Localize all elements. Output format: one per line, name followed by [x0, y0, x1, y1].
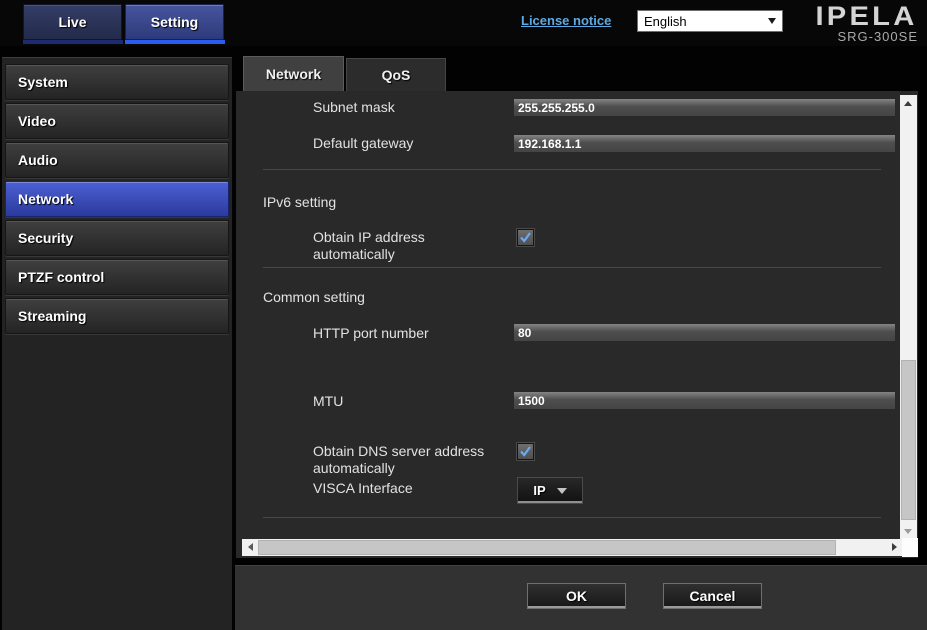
language-select-value: English [644, 14, 687, 29]
visca-interface-label: VISCA Interface [313, 480, 413, 497]
tab-network[interactable]: Network [243, 56, 344, 91]
brand-block: IPELA SRG-300SE [823, 3, 918, 44]
sidebar-item-ptzf-control[interactable]: PTZF control [5, 259, 229, 295]
obtain-dns-checkbox[interactable] [517, 443, 534, 460]
scroll-left-icon[interactable] [242, 539, 258, 555]
checkmark-icon [519, 231, 532, 244]
default-gateway-input[interactable] [514, 135, 895, 152]
chevron-down-icon [557, 488, 567, 494]
ipv6-section-label: IPv6 setting [263, 194, 336, 210]
mtu-input[interactable] [514, 392, 895, 409]
chevron-down-icon [768, 18, 776, 24]
visca-interface-select[interactable]: IP [517, 477, 583, 504]
http-port-input[interactable] [514, 324, 895, 341]
live-tab-underline [23, 40, 123, 44]
scroll-down-icon[interactable] [900, 523, 916, 539]
mtu-label: MTU [313, 393, 343, 410]
horizontal-scrollbar[interactable] [242, 539, 902, 556]
sidebar-item-video[interactable]: Video [5, 103, 229, 139]
visca-interface-value: IP [533, 483, 545, 498]
obtain-ip-label-line1: Obtain IP address [313, 229, 425, 245]
sidebar-item-network[interactable]: Network [5, 181, 229, 217]
obtain-dns-label: Obtain DNS server address automatically [313, 443, 484, 477]
obtain-ip-label-line2: automatically [313, 246, 425, 263]
scrollbar-corner [902, 538, 918, 557]
license-notice-link[interactable]: License notice [521, 13, 611, 28]
obtain-ip-checkbox[interactable] [517, 229, 534, 246]
sidebar-item-streaming[interactable]: Streaming [5, 298, 229, 334]
checkmark-icon [519, 445, 532, 458]
sidebar-item-system[interactable]: System [5, 64, 229, 100]
top-bar: Live Setting License notice English IPEL… [0, 0, 927, 46]
network-settings-panel: Subnet mask Default gateway IPv6 setting… [236, 91, 918, 558]
live-tab-button[interactable]: Live [23, 4, 122, 40]
sidebar-item-security[interactable]: Security [5, 220, 229, 256]
sidebar: System Video Audio Network Security PTZF… [2, 57, 232, 630]
horizontal-scrollbar-thumb[interactable] [258, 540, 836, 555]
obtain-dns-label-line2: automatically [313, 460, 484, 477]
subnet-mask-label: Subnet mask [313, 99, 395, 116]
setting-tab-button[interactable]: Setting [125, 4, 224, 40]
model-label: SRG-300SE [823, 30, 918, 44]
cancel-button[interactable]: Cancel [663, 583, 762, 609]
vertical-scrollbar-thumb[interactable] [901, 360, 916, 520]
ok-button[interactable]: OK [527, 583, 626, 609]
section-divider [263, 169, 881, 170]
tab-qos[interactable]: QoS [346, 58, 446, 91]
sidebar-item-audio[interactable]: Audio [5, 142, 229, 178]
vertical-scrollbar[interactable] [900, 95, 917, 539]
http-port-label: HTTP port number [313, 325, 429, 342]
section-divider [263, 267, 881, 268]
common-section-label: Common setting [263, 289, 365, 305]
language-select[interactable]: English [637, 10, 783, 32]
subnet-mask-input[interactable] [514, 99, 895, 116]
obtain-dns-label-line1: Obtain DNS server address [313, 443, 484, 459]
scroll-right-icon[interactable] [886, 539, 902, 555]
setting-tab-underline [125, 40, 225, 44]
scroll-up-icon[interactable] [900, 95, 916, 111]
default-gateway-label: Default gateway [313, 135, 413, 152]
obtain-ip-label: Obtain IP address automatically [313, 229, 425, 263]
ipela-logo: IPELA [816, 3, 918, 30]
section-divider [263, 517, 881, 518]
footer-bar: OK Cancel [235, 565, 927, 630]
